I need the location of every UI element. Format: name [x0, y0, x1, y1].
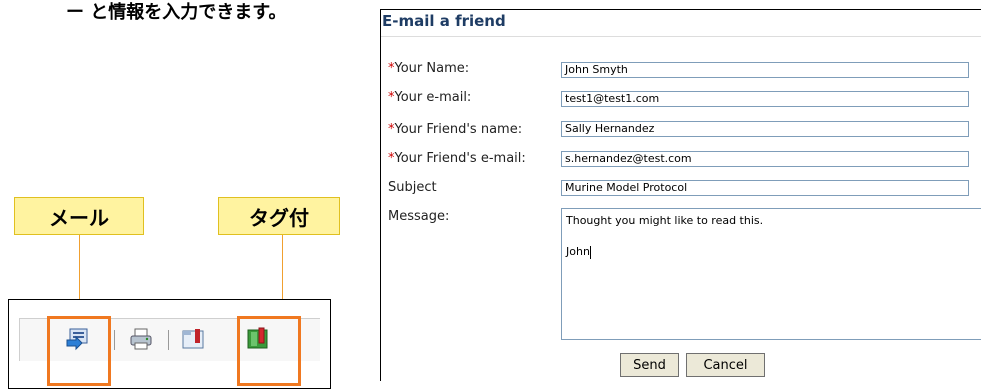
print-icon[interactable] — [128, 326, 154, 352]
mail-highlight-box — [47, 316, 111, 386]
folder-save-icon[interactable] — [180, 326, 206, 352]
document-text: ー と情報を入力できます。 — [66, 2, 287, 23]
your-name-input[interactable]: John Smyth — [561, 62, 969, 78]
tag-callout: タグ付 — [218, 197, 340, 235]
tag-arrow-line — [282, 235, 283, 306]
message-signature: John — [566, 245, 590, 258]
mail-callout: メール — [14, 197, 144, 235]
message-line: Thought you might like to read this. — [566, 214, 764, 227]
send-button[interactable]: Send — [620, 353, 679, 377]
message-label: Message: — [388, 209, 450, 224]
toolbar-separator — [114, 330, 115, 350]
subject-input[interactable]: Murine Model Protocol — [561, 180, 969, 196]
title-divider — [381, 36, 981, 37]
tag-highlight-box — [237, 316, 301, 386]
panel-title: E-mail a friend — [382, 12, 506, 30]
friend-email-label: *Your Friend's e-mail: — [388, 151, 526, 166]
message-signature-line: John — [566, 245, 981, 259]
subject-label: Subject — [388, 180, 437, 195]
your-email-input[interactable]: test1@test1.com — [561, 91, 969, 107]
message-textarea[interactable]: Thought you might like to read this. Joh… — [561, 208, 981, 340]
your-name-label: *Your Name: — [388, 61, 470, 76]
friend-name-label: *Your Friend's name: — [388, 122, 523, 137]
text-caret — [589, 245, 591, 259]
friend-name-input[interactable]: Sally Hernandez — [561, 121, 969, 137]
friend-email-input[interactable]: s.hernandez@test.com — [561, 151, 969, 167]
your-email-label: *Your e-mail: — [388, 90, 472, 105]
mail-arrow-line — [79, 235, 80, 306]
cancel-button[interactable]: Cancel — [686, 353, 765, 377]
toolbar-separator — [168, 330, 169, 350]
